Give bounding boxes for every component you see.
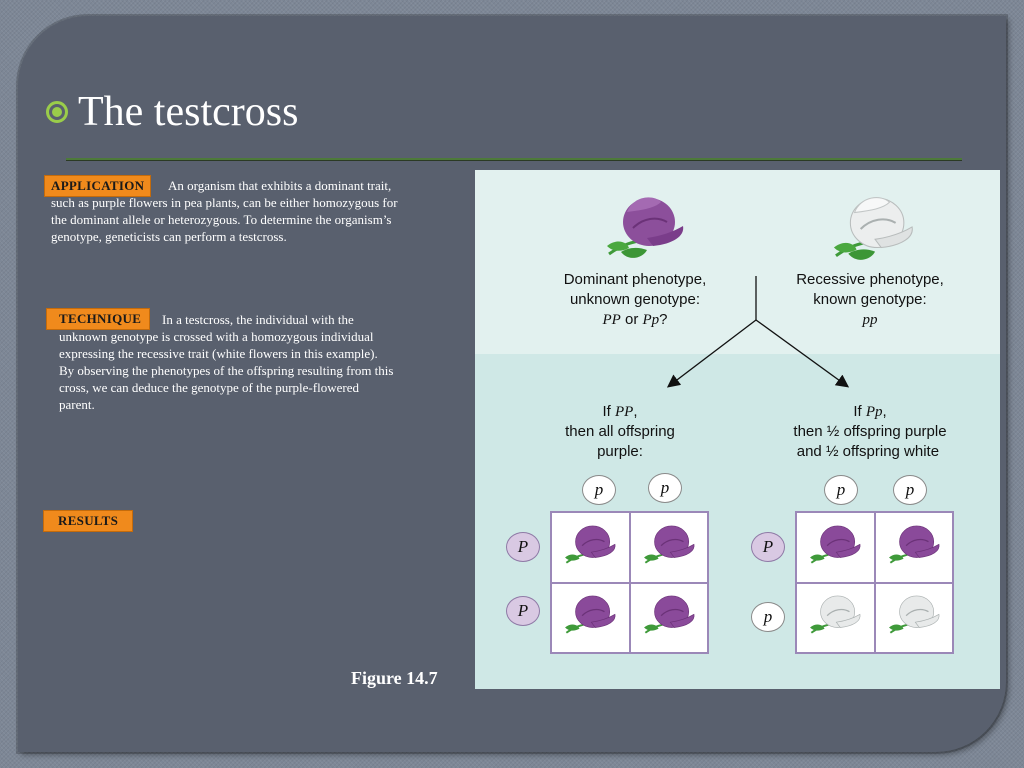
application-line-1: An organism that exhibits a dominant tra… [168, 178, 392, 193]
application-text: such as purple flowers in pea plants, ca… [51, 194, 491, 245]
right-punnett-cell [796, 582, 875, 653]
right-comma: , [882, 403, 887, 420]
right-side-gamete-1: P [751, 532, 785, 562]
technique-text: unknown genotype is crossed with a homoz… [59, 328, 479, 413]
title-row: The testcross [46, 88, 298, 136]
left-side-gamete-2: P [506, 596, 540, 626]
white-flower-icon [807, 592, 863, 643]
testcross-figure: Dominant phenotype, unknown genotype: PP… [475, 170, 1000, 689]
right-side-gamete-2: p [751, 602, 785, 632]
left-punnett-cell [551, 512, 630, 583]
left-case-line-2: then all offspring [565, 423, 675, 440]
left-punnett-cell [629, 582, 708, 653]
white-flower-icon [886, 592, 942, 643]
technique-line-3: expressing the recessive trait (white fl… [59, 346, 378, 361]
application-line-4: genotype, geneticists can perform a test… [51, 229, 287, 244]
left-case-line-1: If PP, [535, 402, 705, 422]
right-case-text: If Pp, then ½ offspring purple and ½ off… [761, 402, 979, 462]
purple-flower-icon [562, 522, 618, 573]
left-top-gamete-2: p [648, 473, 682, 503]
technique-line-5: cross, we can deduce the genotype of the… [59, 380, 359, 395]
right-punnett-square [795, 511, 954, 654]
left-comma: , [633, 403, 638, 420]
left-top-gamete-1: p [582, 475, 616, 505]
left-punnett-cell [629, 512, 708, 583]
right-punnett-cell [874, 512, 953, 583]
left-case-line-3: purple: [597, 443, 643, 460]
purple-flower-icon [807, 522, 863, 573]
right-case-line-3-text: and ½ offspring white [796, 443, 940, 460]
left-if: If [602, 403, 615, 420]
right-punnett-cell [796, 512, 875, 583]
right-top-gamete-2: p [893, 475, 927, 505]
left-punnett-square [550, 511, 709, 654]
slide-title: The testcross [78, 89, 299, 135]
application-line-3: the dominant allele or heterozygous. To … [51, 212, 392, 227]
technique-label: TECHNIQUE [46, 308, 151, 330]
left-punnett-cell [551, 582, 630, 653]
technique-line-1: In a testcross, the individual with the [162, 312, 354, 327]
right-case-line-1: If Pp, [761, 402, 979, 422]
left-side-gamete-1: P [506, 532, 540, 562]
right-genotype: Pp [865, 404, 883, 420]
technique-line-6: parent. [59, 397, 95, 412]
technique-line-4: By observing the phenotypes of the offsp… [59, 363, 394, 378]
results-label: RESULTS [43, 510, 134, 532]
left-case-text: If PP, then all offspring purple: [535, 402, 705, 462]
purple-flower-icon [562, 592, 618, 643]
right-case-line-2: then ½ offspring purple [793, 423, 947, 440]
right-colon: : [939, 443, 944, 460]
right-top-gamete-1: p [824, 475, 858, 505]
left-genotype: PP [615, 404, 634, 420]
purple-flower-icon [886, 522, 942, 573]
right-punnett-cell [874, 582, 953, 653]
cross-arrows [666, 276, 850, 388]
technique-line-2: unknown genotype is crossed with a homoz… [59, 329, 374, 344]
title-divider [66, 158, 962, 161]
application-line-2: such as purple flowers in pea plants, ca… [51, 195, 398, 210]
bullet-icon [46, 101, 68, 123]
right-if: If [853, 403, 866, 420]
purple-flower-icon [641, 592, 697, 643]
figure-caption: Figure 14.7 [351, 668, 438, 688]
purple-flower-icon [641, 522, 697, 573]
right-case-line-3: and ½ offspring white: [761, 442, 979, 462]
